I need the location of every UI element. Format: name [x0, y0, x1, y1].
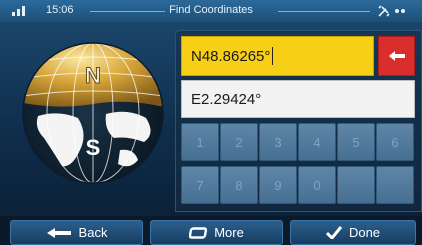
done-button[interactable]: Done	[290, 220, 416, 245]
key-label: 7	[196, 177, 204, 193]
arrow-left-icon	[46, 227, 71, 238]
more-rectangle-icon	[189, 226, 208, 239]
key-2[interactable]: 2	[220, 123, 258, 161]
back-button[interactable]: Back	[10, 220, 143, 245]
key-8[interactable]: 8	[220, 166, 258, 204]
more-button[interactable]: More	[150, 220, 283, 245]
key-label: 3	[274, 134, 282, 150]
key-blank-1[interactable]	[337, 166, 375, 204]
done-label: Done	[348, 225, 381, 240]
key-label: 0	[313, 177, 321, 193]
key-6[interactable]: 6	[376, 123, 414, 161]
key-9[interactable]: 9	[259, 166, 297, 204]
satellite-icon	[378, 5, 405, 17]
backspace-button[interactable]	[378, 36, 415, 76]
key-7[interactable]: 7	[181, 166, 219, 204]
key-0[interactable]: 0	[298, 166, 336, 204]
key-label: 2	[235, 134, 243, 150]
key-label: 5	[352, 134, 360, 150]
north-label: N	[85, 63, 101, 88]
text-caret	[272, 47, 274, 65]
latitude-input[interactable]: N48.86265°	[181, 36, 374, 76]
checkmark-icon	[325, 226, 342, 239]
find-coordinates-screen: 15:06 Find Coordinates N S N48.86265° E2…	[0, 0, 422, 245]
key-4[interactable]: 4	[298, 123, 336, 161]
key-label: 6	[391, 134, 399, 150]
key-blank-2[interactable]	[376, 166, 414, 204]
screen-title: Find Coordinates	[169, 4, 253, 16]
longitude-value: E2.29424°	[191, 90, 262, 108]
key-label: 9	[274, 177, 282, 193]
key-5[interactable]: 5	[337, 123, 375, 161]
title-divider-right	[278, 11, 370, 12]
backspace-arrow-icon	[388, 51, 405, 61]
latitude-value: N48.86265°	[191, 47, 271, 65]
more-label: More	[214, 225, 244, 240]
back-label: Back	[78, 225, 108, 240]
key-label: 4	[313, 134, 321, 150]
south-label: S	[86, 135, 101, 160]
longitude-input[interactable]: E2.29424°	[181, 80, 415, 118]
key-label: 8	[235, 177, 243, 193]
key-label: 1	[196, 134, 204, 150]
status-bar: 15:06 Find Coordinates	[0, 0, 422, 22]
globe-icon: N S	[22, 42, 164, 184]
key-1[interactable]: 1	[181, 123, 219, 161]
key-3[interactable]: 3	[259, 123, 297, 161]
